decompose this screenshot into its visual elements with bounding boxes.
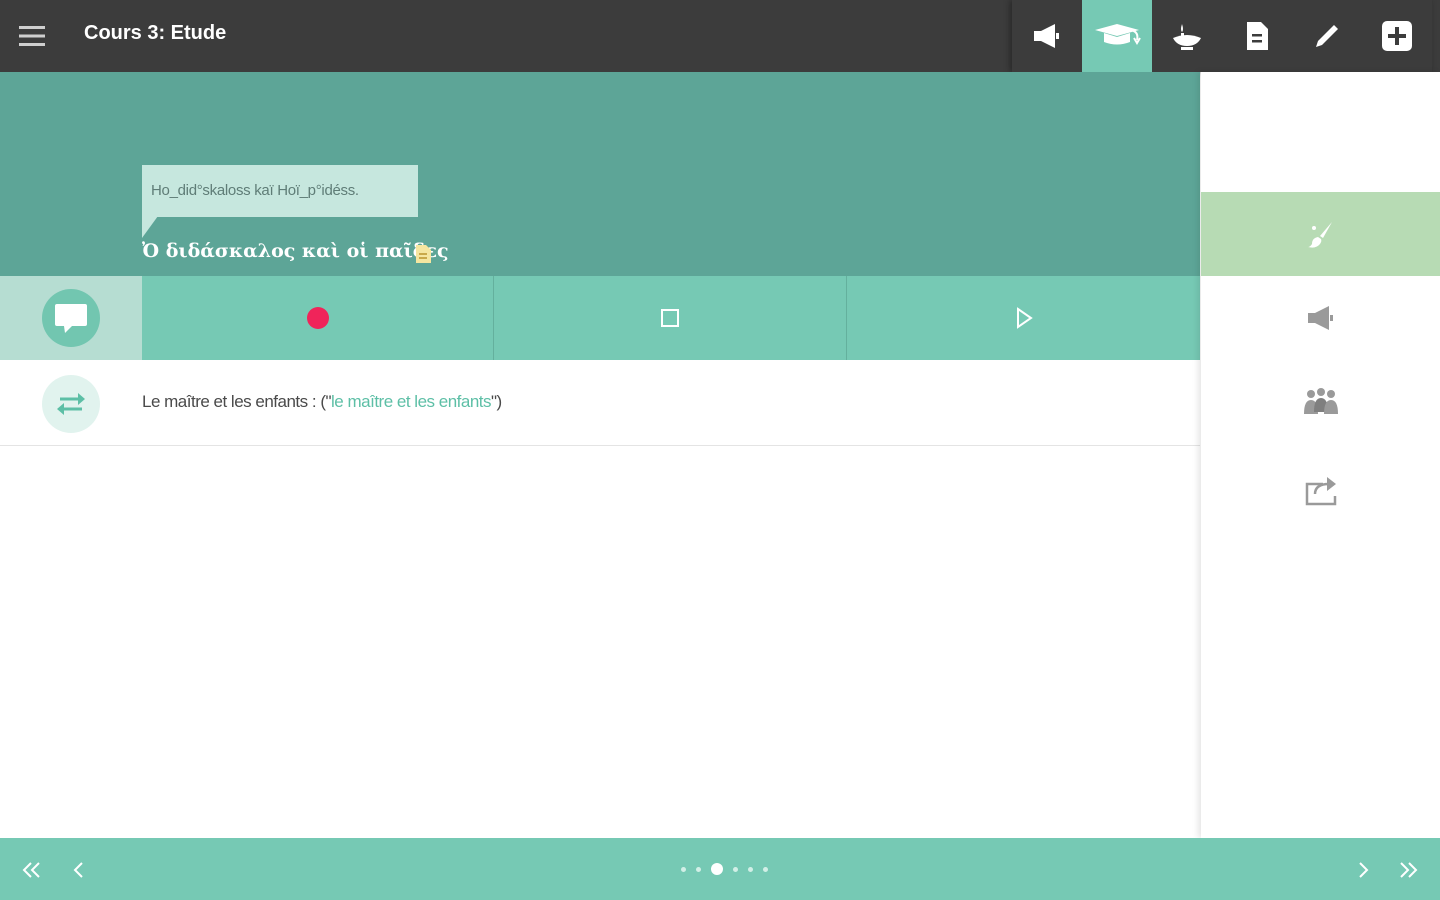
transliteration-bubble: Ho_did°skaloss kaï Hoï_p°idéss. bbox=[142, 165, 418, 217]
toolbar-document-button[interactable] bbox=[1222, 0, 1292, 72]
note-icon[interactable] bbox=[414, 244, 432, 264]
double-chevron-left-icon bbox=[22, 862, 40, 878]
share-icon bbox=[1305, 477, 1336, 506]
play-icon bbox=[1016, 307, 1033, 329]
people-icon bbox=[1303, 388, 1338, 414]
speech-cell bbox=[0, 276, 142, 360]
record-icon bbox=[306, 307, 329, 329]
sidebar-item-audio[interactable] bbox=[1201, 276, 1440, 360]
toolbar bbox=[1012, 0, 1432, 72]
page-dot[interactable] bbox=[696, 866, 701, 872]
next-page-button[interactable] bbox=[1344, 850, 1384, 890]
swap-arrows-icon bbox=[57, 393, 85, 415]
translation-text: Le maître et les enfants : ("le maître e… bbox=[142, 392, 502, 412]
page-title: Cours 3: Etude bbox=[84, 22, 227, 44]
megaphone-icon bbox=[1034, 24, 1059, 48]
page-dot[interactable] bbox=[763, 866, 768, 872]
page-dot[interactable] bbox=[733, 866, 738, 872]
toolbar-announce-button[interactable] bbox=[1012, 0, 1082, 72]
right-sidebar bbox=[1201, 72, 1440, 838]
translation-suffix: ") bbox=[491, 392, 502, 411]
stop-icon bbox=[661, 309, 679, 327]
translation-highlight: le maître et les enfants bbox=[331, 392, 492, 411]
pencil-icon bbox=[1316, 25, 1338, 47]
toolbar-lamp-button[interactable] bbox=[1152, 0, 1222, 72]
brush-icon bbox=[1307, 222, 1332, 248]
sidebar-item-brush[interactable] bbox=[1201, 192, 1440, 276]
top-app-bar: Cours 3: Etude bbox=[0, 0, 1440, 72]
double-chevron-right-icon bbox=[1400, 862, 1418, 878]
speaker-icon bbox=[1307, 306, 1333, 330]
record-button[interactable] bbox=[142, 276, 494, 360]
bottom-nav-bar bbox=[0, 838, 1440, 900]
previous-page-button[interactable] bbox=[58, 850, 98, 890]
lesson-header-panel: Ho_did°skaloss kaï Hoï_p°idéss. Ὀ διδάσκ… bbox=[0, 72, 1200, 276]
page-indicator bbox=[676, 863, 773, 875]
translation-prefix: Le maître et les enfants : (" bbox=[142, 392, 332, 411]
greek-sentence: Ὀ διδάσκαλος καὶ οἱ παῖδες bbox=[142, 240, 449, 262]
toolbar-add-button[interactable] bbox=[1362, 0, 1432, 72]
page-dot[interactable] bbox=[748, 866, 753, 872]
toolbar-pencil-button[interactable] bbox=[1292, 0, 1362, 72]
audio-controls-row bbox=[0, 276, 1200, 360]
chevron-right-icon bbox=[1359, 862, 1369, 878]
page-dot-current[interactable] bbox=[711, 863, 723, 875]
speech-bubble-icon bbox=[55, 304, 87, 333]
translation-row: Le maître et les enfants : ("le maître e… bbox=[0, 360, 1200, 446]
last-page-button[interactable] bbox=[1388, 850, 1428, 890]
speech-bubble-button[interactable] bbox=[42, 289, 100, 347]
play-button[interactable] bbox=[847, 276, 1200, 360]
menu-button[interactable] bbox=[10, 14, 54, 58]
oil-lamp-icon bbox=[1173, 24, 1201, 50]
graduation-cap-icon bbox=[1095, 24, 1141, 45]
page-dot[interactable] bbox=[681, 866, 686, 872]
sidebar-item-share[interactable] bbox=[1201, 448, 1440, 532]
swap-button[interactable] bbox=[42, 375, 100, 433]
document-icon bbox=[1247, 22, 1268, 50]
bubble-tail bbox=[142, 216, 158, 238]
first-page-button[interactable] bbox=[12, 850, 52, 890]
sidebar-item-people[interactable] bbox=[1201, 360, 1440, 444]
chevron-left-icon bbox=[73, 862, 83, 878]
add-box-icon bbox=[1382, 21, 1412, 51]
toolbar-study-button[interactable] bbox=[1082, 0, 1152, 72]
stop-button[interactable] bbox=[494, 276, 847, 360]
hamburger-menu-icon bbox=[19, 26, 45, 46]
